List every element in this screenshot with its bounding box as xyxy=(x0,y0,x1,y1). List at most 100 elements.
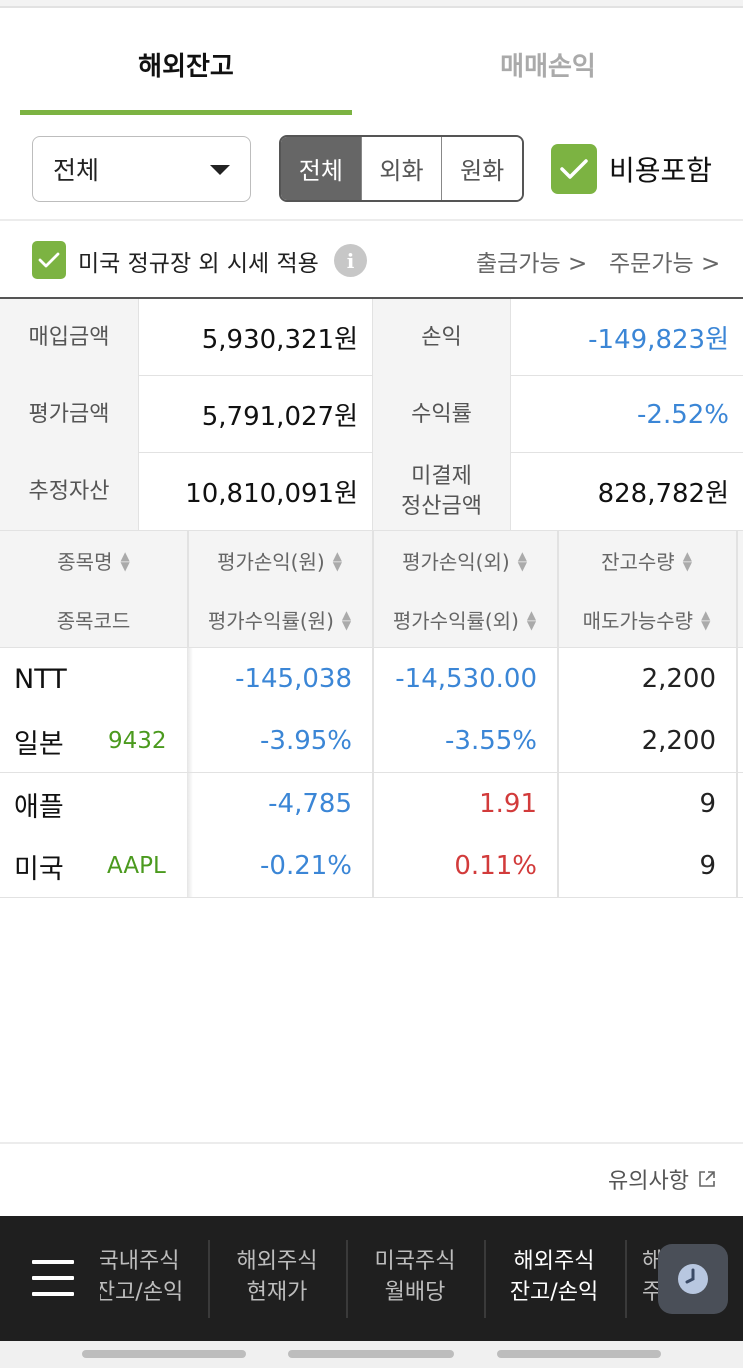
unsettled-value: 828,782원 xyxy=(510,453,743,530)
top-edge xyxy=(0,0,743,8)
pl-fx: 1.91 xyxy=(479,789,537,819)
header-rate-fx-label: 평가수익률(외) xyxy=(392,609,519,633)
eval-value: 5,791,027원 xyxy=(138,376,372,453)
nav-overseas-balance[interactable]: 해외주식 잔고/손익 xyxy=(494,1246,614,1316)
unsettled-label-line2: 정산금액 xyxy=(401,493,482,519)
checkmark-icon xyxy=(551,144,597,194)
stock-name: 애플 xyxy=(14,791,64,823)
header-qty-label: 잔고수량 xyxy=(601,550,675,574)
system-indicator xyxy=(497,1350,661,1358)
orderable-link[interactable]: 주문가능 > xyxy=(609,244,720,278)
us-regular-checkbox[interactable] xyxy=(32,241,66,279)
bottom-navigation: 국내주식 잔고/손익 해외주식 현재가 미국주식 월배당 해외주식 잔고/손익 … xyxy=(0,1216,743,1341)
table-row[interactable]: 애플 미국 AAPL -4,785 1.91 9 -0.21% 0.11% 9 xyxy=(0,773,743,898)
system-indicator xyxy=(82,1350,246,1358)
header-name-label: 종목명 xyxy=(57,550,113,574)
nav-domestic-balance[interactable]: 국내주식 잔고/손익 xyxy=(100,1246,200,1316)
header-rate-fx[interactable]: 평가수익률(외) ▲ ▼ xyxy=(372,590,557,649)
stock-code: 9432 xyxy=(108,728,167,754)
table-row[interactable]: NTT 일본 9432 -145,038 -14,530.00 2,200 -3… xyxy=(0,648,743,773)
return-label: 수익률 xyxy=(372,376,510,453)
clock-icon xyxy=(678,1264,708,1294)
options-row: 미국 정규장 외 시세 적용 i 출금가능 > 주문가능 > xyxy=(0,222,743,298)
column-divider xyxy=(736,773,738,897)
header-rate-krw-label: 평가수익률(원) xyxy=(207,609,334,633)
sort-icon: ▲ ▼ xyxy=(526,607,537,632)
info-icon[interactable]: i xyxy=(334,244,367,277)
nav-separator xyxy=(208,1240,210,1318)
nav-line2: 월배당 xyxy=(384,1280,446,1305)
pl-value: -149,823원 xyxy=(510,299,743,376)
column-divider xyxy=(736,531,738,647)
rate-fx: -3.55% xyxy=(445,726,537,756)
notice-link[interactable]: 유의사항 xyxy=(608,1163,717,1195)
stock-country: 미국 xyxy=(14,853,64,885)
sort-icon: ▲ ▼ xyxy=(332,548,342,573)
header-name[interactable]: 종목명 ▲ ▼ xyxy=(0,531,187,590)
unsettled-label: 미결제 정산금액 xyxy=(372,453,510,530)
tab-trade-pl[interactable]: 매매손익 xyxy=(372,10,724,118)
pl-fx: -14,530.00 xyxy=(395,664,537,694)
nav-line1: 해외주식 xyxy=(513,1249,595,1274)
header-pl-fx-label: 평가손익(외) xyxy=(402,550,510,574)
sellable-quantity: 9 xyxy=(699,851,716,881)
segment-foreign[interactable]: 외화 xyxy=(360,137,442,200)
quantity: 2,200 xyxy=(641,664,716,694)
notice-label: 유의사항 xyxy=(608,1169,689,1194)
sort-icon: ▲ ▼ xyxy=(341,607,352,632)
withdrawable-link[interactable]: 출금가능 > xyxy=(476,244,587,278)
nav-overseas-price[interactable]: 해외주식 현재가 xyxy=(218,1246,336,1316)
header-pl-krw[interactable]: 평가손익(원) ▲ ▼ xyxy=(187,531,372,590)
currency-segment: 전체 외화 원화 xyxy=(279,135,524,202)
system-indicator xyxy=(288,1350,454,1358)
nav-separator xyxy=(625,1240,627,1318)
header-sellable-label: 매도가능수량 xyxy=(582,609,694,633)
sellable-quantity: 2,200 xyxy=(641,726,716,756)
column-divider xyxy=(736,648,738,772)
checkmark-icon xyxy=(38,252,60,268)
sort-icon: ▲ ▼ xyxy=(120,548,130,573)
tab-overseas-balance[interactable]: 해외잔고 xyxy=(20,10,352,118)
segment-krw[interactable]: 원화 xyxy=(441,137,522,200)
rate-krw: -0.21% xyxy=(260,851,352,881)
cost-include-checkbox[interactable]: 비용포함 xyxy=(551,144,712,194)
pl-krw: -4,785 xyxy=(268,789,352,819)
rate-fx: 0.11% xyxy=(454,851,537,881)
purchase-label: 매입금액 xyxy=(0,299,138,376)
unsettled-label-line1: 미결제 xyxy=(411,463,472,489)
nav-line2: 현재가 xyxy=(246,1280,308,1305)
summary-grid: 매입금액 5,930,321원 손익 -149,823원 평가금액 5,791,… xyxy=(0,297,743,530)
us-regular-label: 미국 정규장 외 시세 적용 xyxy=(78,251,319,277)
stock-country: 일본 xyxy=(14,728,64,760)
header-sellable[interactable]: 매도가능수량 ▲ ▼ xyxy=(557,590,736,649)
header-pl-fx[interactable]: 평가손익(외) ▲ ▼ xyxy=(372,531,557,590)
nav-us-monthly-dividend[interactable]: 미국주식 월배당 xyxy=(356,1246,474,1316)
recent-history-button[interactable] xyxy=(658,1244,728,1314)
sort-icon: ▲ ▼ xyxy=(682,548,692,573)
assets-value: 10,810,091원 xyxy=(138,453,372,530)
system-bar xyxy=(0,1341,743,1368)
nav-separator xyxy=(346,1240,348,1318)
account-dropdown[interactable]: 전체 xyxy=(32,136,251,202)
summary-row: 평가금액 5,791,027원 수익률 -2.52% xyxy=(0,376,743,453)
nav-line2: 잔고/손익 xyxy=(509,1280,599,1305)
header-qty[interactable]: 잔고수량 ▲ ▼ xyxy=(557,531,736,590)
dropdown-caret-icon xyxy=(210,165,230,175)
sort-icon: ▲ ▼ xyxy=(701,607,711,632)
sort-icon: ▲ ▼ xyxy=(517,548,527,573)
header-rate-krw[interactable]: 평가수익률(원) ▲ ▼ xyxy=(187,590,372,649)
rate-krw: -3.95% xyxy=(260,726,352,756)
nav-separator xyxy=(484,1240,486,1318)
stock-name: NTT xyxy=(14,663,67,695)
summary-row: 매입금액 5,930,321원 손익 -149,823원 xyxy=(0,299,743,376)
quantity: 9 xyxy=(699,789,716,819)
segment-all[interactable]: 전체 xyxy=(281,137,361,200)
divider xyxy=(0,219,743,221)
holdings-table-header: 종목명 ▲ ▼ 평가손익(원) ▲ ▼ 평가손익(외) ▲ ▼ 잔고수량 ▲ ▼ 종목코드 평가… xyxy=(0,530,743,648)
header-code[interactable]: 종목코드 xyxy=(0,590,187,649)
nav-line1: 국내주식 xyxy=(100,1249,180,1274)
purchase-value: 5,930,321원 xyxy=(138,299,372,376)
pl-label: 손익 xyxy=(372,299,510,376)
assets-label: 추정자산 xyxy=(0,453,138,530)
hamburger-menu-icon[interactable] xyxy=(32,1260,74,1298)
